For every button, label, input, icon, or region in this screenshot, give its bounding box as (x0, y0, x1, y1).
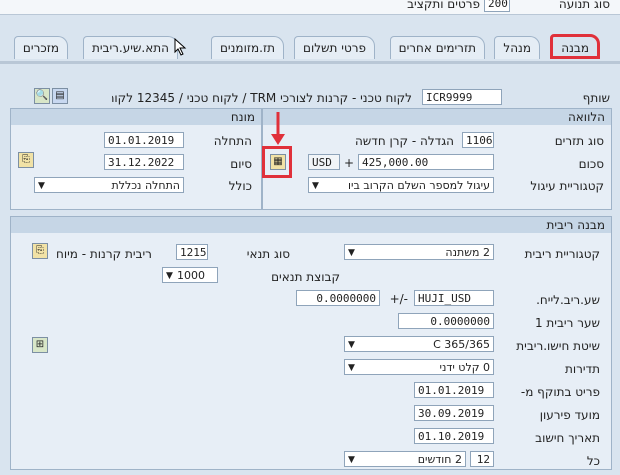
details-icon[interactable]: ▤ (52, 88, 68, 104)
interest-title: מבנה ריבית (11, 217, 611, 233)
include-select[interactable]: התחלה נכללת ▼ (34, 177, 184, 193)
mouse-cursor-icon (174, 38, 187, 56)
start-label: התחלה (213, 134, 252, 148)
reference-rate-label: שע.ריב.לייח. (536, 293, 600, 307)
transaction-type-text: פרטים ותקציב (407, 0, 480, 11)
chevron-down-icon: ▼ (348, 248, 355, 258)
effective-from-field[interactable]: 01.01.2019 (414, 382, 494, 398)
due-date-field[interactable]: 30.09.2019 (414, 405, 494, 421)
tab-payment-details[interactable]: פרטי תשלום (294, 36, 375, 59)
flow-type-field[interactable]: 1106 (462, 132, 494, 148)
every-unit-select[interactable]: 2 חודשים ▼ (344, 451, 466, 467)
chevron-down-icon: ▼ (348, 455, 355, 465)
chevron-down-icon: ▼ (38, 181, 45, 191)
interest-category-select[interactable]: 2 משתנה ▼ (344, 244, 494, 260)
transaction-type-label: סוג תנועה (558, 0, 610, 11)
amount-sign: + (343, 156, 354, 170)
due-date-label: מועד פירעון (539, 408, 600, 422)
tab-structure[interactable]: מבנה (550, 34, 600, 59)
effective-from-label: פריט בתוקף מ- (520, 385, 600, 399)
amount-field[interactable]: 425,000.00 (358, 154, 494, 170)
include-value: התחלה נכללת (111, 179, 181, 192)
start-date-field[interactable]: 01.01.2019 (104, 132, 184, 148)
flow-type-label: סוג תזרים (554, 134, 604, 148)
tab-cash-flow[interactable]: תז.מזומנים (210, 36, 284, 59)
interest-category-label: קטגוריית ריבית (524, 247, 600, 261)
every-unit-value: 2 חודשים (417, 453, 462, 466)
flow-type-text: הגדלה - קרן חדשה (354, 134, 454, 148)
rounding-value: עיגול למספר השלם הקרוב ביו (348, 179, 490, 192)
condition-group-label: קבוצת תנאים (271, 270, 340, 284)
tab-memos[interactable]: מזכרים (13, 36, 68, 59)
calc-method-value: C 365/365 (433, 338, 490, 351)
reference-spread-field[interactable]: 0.0000000 (296, 290, 380, 306)
end-date-field[interactable]: 31.12.2022 (104, 154, 184, 170)
add-icon[interactable]: ⊞ (32, 337, 48, 353)
include-label: כולל (228, 179, 252, 193)
condition-group-select[interactable]: 1000 ▼ (162, 267, 218, 283)
frequency-value: 0 קלט ידני (439, 361, 490, 374)
condition-type-label: סוג תנאי (246, 247, 290, 261)
partner-description: לקוח טכני - קרנות לצורכי TRM / לקוח טכני… (112, 91, 412, 105)
chevron-down-icon: ▼ (348, 363, 355, 373)
loan-title: הלוואה (263, 109, 611, 125)
tab-strip: מבנה מנהל תזרימים אחרים פרטי תשלום תז.מז… (0, 34, 620, 64)
chevron-down-icon: ▼ (166, 271, 173, 281)
every-label: כל (586, 454, 600, 468)
rate1-field[interactable]: 0.0000000 (398, 313, 494, 329)
header-strip: סוג תנועה 200 פרטים ותקציב (0, 0, 620, 15)
partner-label: שותף (582, 91, 610, 105)
chevron-down-icon: ▼ (348, 340, 355, 350)
arrow-icon (271, 112, 285, 145)
rounding-label: קטגוריית עיגול (530, 179, 604, 193)
tab-manager[interactable]: מנהל (494, 36, 540, 59)
frequency-label: תדירות (564, 362, 600, 376)
frequency-select[interactable]: 0 קלט ידני ▼ (344, 359, 494, 375)
tab-divider (0, 61, 620, 64)
partner-field[interactable]: ICR9999 (422, 89, 502, 105)
calc-method-select[interactable]: C 365/365 ▼ (344, 336, 494, 352)
copy-icon[interactable]: ⎘ (32, 243, 48, 259)
calculator-icon[interactable]: ▦ (270, 154, 286, 170)
reference-rate-field[interactable]: HUJI_USD (414, 290, 494, 306)
tab-other-flows[interactable]: תזרימים אחרים (389, 36, 485, 59)
condition-type-field[interactable]: 1215 (176, 244, 208, 260)
calc-date-field[interactable]: 01.10.2019 (414, 428, 494, 444)
reference-sign: -/+ (389, 292, 408, 306)
chevron-down-icon: ▼ (312, 181, 319, 191)
every-number-field[interactable]: 12 (470, 451, 494, 467)
term-title: מונח (11, 109, 261, 125)
search-icon[interactable]: 🔍 (34, 88, 50, 104)
transaction-type-field[interactable]: 200 (484, 0, 510, 12)
currency-field[interactable]: USD (308, 154, 340, 170)
interest-category-value: 2 משתנה (445, 246, 490, 259)
end-label: סיום (230, 157, 252, 171)
condition-group-value: 1000 (177, 269, 205, 282)
calc-method-label: שיטת חישו.ריבית (516, 339, 600, 353)
copy-icon[interactable]: ⎘ (18, 152, 34, 168)
rate1-label: שער ריבית 1 (534, 316, 600, 330)
condition-type-text: ריבית קרנות - מיוח (56, 247, 152, 261)
rounding-select[interactable]: עיגול למספר השלם הקרוב ביו ▼ (308, 177, 494, 193)
calc-date-label: תאריך חישוב (535, 431, 600, 445)
tab-interest-adjust[interactable]: התא.שיע.ריבית (82, 36, 178, 59)
amount-label: סכום (578, 157, 604, 171)
